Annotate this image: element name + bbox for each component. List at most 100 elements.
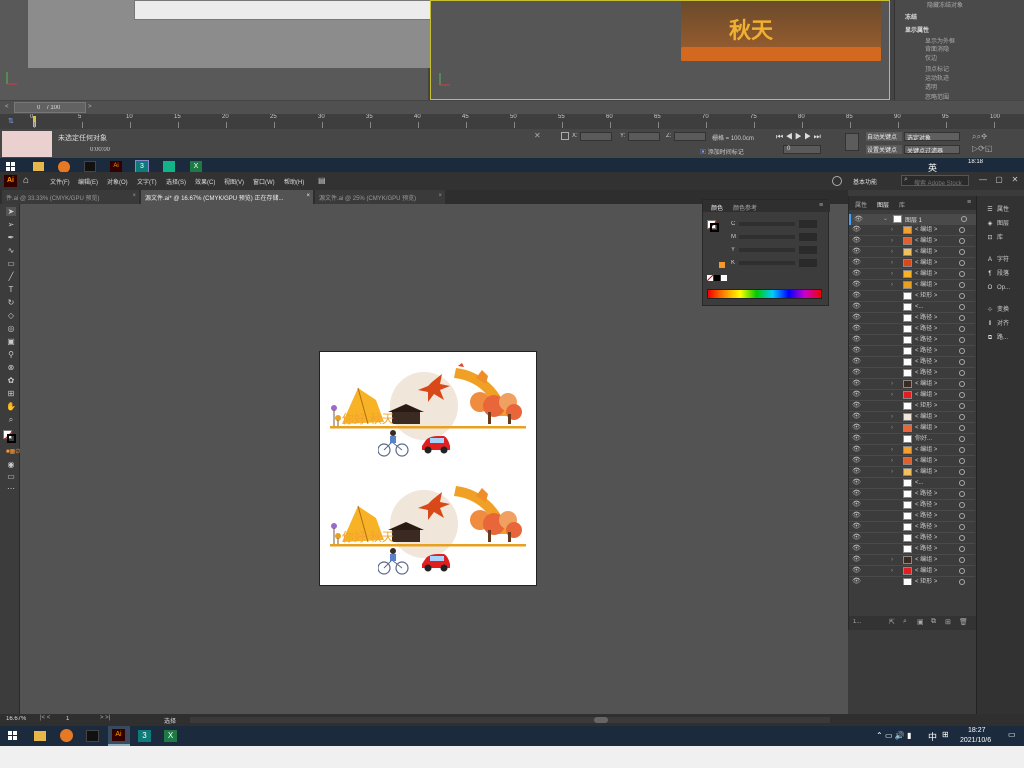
set-key-button[interactable]: 设置关键点 — [866, 145, 902, 154]
visibility-eye-icon[interactable]: 👁 — [852, 325, 861, 333]
visibility-eye-icon[interactable]: 👁 — [852, 292, 861, 300]
visibility-eye-icon[interactable]: 👁 — [852, 446, 861, 454]
target-icon[interactable] — [961, 216, 967, 222]
target-icon[interactable] — [959, 414, 965, 420]
dock-pathfinder[interactable]: ⧉ 路... — [985, 332, 1024, 344]
expand-arrow-icon[interactable]: › — [891, 556, 893, 564]
trackbar-key-icon[interactable]: ⇅ — [8, 117, 18, 126]
expand-arrow-icon[interactable]: › — [891, 237, 893, 245]
excel-icon[interactable]: X — [190, 161, 202, 172]
tab-close-icon[interactable]: × — [438, 193, 442, 199]
target-icon[interactable] — [959, 458, 965, 464]
zoom-tool-icon[interactable]: ⌕ — [6, 415, 16, 424]
visibility-eye-icon[interactable]: 👁 — [852, 534, 861, 542]
symbol-sprayer-tool-icon[interactable]: ✿ — [6, 376, 16, 385]
target-icon[interactable] — [959, 249, 965, 255]
maxscript-listener[interactable] — [2, 131, 52, 157]
menu-edit[interactable]: 编辑(E) — [78, 177, 98, 186]
target-icon[interactable] — [959, 502, 965, 508]
tab-color[interactable]: 颜色 — [711, 203, 723, 212]
horizontal-scrollbar[interactable] — [190, 717, 830, 723]
z-coordinate-field[interactable] — [674, 132, 706, 141]
delete-layer-icon[interactable]: 🗑 — [959, 618, 968, 626]
layer-row[interactable]: 👁 <... — [849, 302, 975, 313]
menu-effect[interactable]: 效果(C) — [195, 177, 215, 186]
expand-arrow-icon[interactable]: › — [891, 446, 893, 454]
target-icon[interactable] — [959, 403, 965, 409]
more-tools-icon[interactable]: ⋯ — [6, 484, 16, 493]
visibility-eye-icon[interactable]: 👁 — [852, 314, 861, 322]
visibility-eye-icon[interactable]: 👁 — [852, 391, 861, 399]
tab-document-2[interactable]: 源文件.ai* @ 16.67% (CMYK/GPU 预览) 正在存储... × — [141, 190, 313, 204]
layer-row[interactable]: 👁 › < 编组 > — [849, 258, 975, 269]
visibility-eye-icon[interactable]: 👁 — [852, 545, 861, 553]
visibility-eye-icon[interactable]: 👁 — [852, 226, 861, 234]
locate-object-icon[interactable]: ⌕ — [903, 618, 907, 626]
photos-icon[interactable] — [163, 161, 175, 172]
tab-document-1[interactable]: 件.ai @ 33.33% (CMYK/GPU 预览) × — [2, 190, 139, 204]
menu-help[interactable]: 帮助(H) — [284, 177, 304, 186]
pen-tool-icon[interactable]: ✒ — [6, 233, 16, 242]
layer-row[interactable]: 👁 › < 编组 > — [849, 280, 975, 291]
menu-select[interactable]: 选择(S) — [166, 177, 186, 186]
expand-arrow-icon[interactable]: › — [891, 457, 893, 465]
next-artboard-icon[interactable]: > >| — [100, 715, 110, 721]
time-slider[interactable]: < 0 / 100 > — [0, 101, 1024, 114]
tab-close-icon[interactable]: × — [306, 193, 310, 199]
line-tool-icon[interactable]: ╱ — [6, 272, 16, 281]
target-icon[interactable] — [959, 524, 965, 530]
visibility-eye-icon[interactable]: 👁 — [852, 501, 861, 509]
play-icon[interactable]: ▶ — [795, 132, 802, 141]
layer-row[interactable]: 👁 › < 编组 > — [849, 445, 975, 456]
layer-row[interactable]: 👁 › < 编组 > — [849, 225, 975, 236]
layer-row[interactable]: 👁 › < 编组 > — [849, 269, 975, 280]
orbit-icon[interactable]: ⟳ — [978, 144, 985, 153]
network-icon[interactable]: ▭ — [885, 731, 893, 740]
menu-object[interactable]: 对象(O) — [107, 177, 128, 186]
visibility-eye-icon[interactable]: 👁 — [852, 468, 861, 476]
notifications-icon[interactable]: ▭ — [1008, 730, 1018, 742]
key-filter-button[interactable]: 关键点过滤器 — [904, 145, 960, 154]
visibility-eye-icon[interactable]: 👁 — [852, 369, 861, 377]
new-sublayer-icon[interactable]: ⧉ — [931, 618, 936, 626]
color-fill-stroke[interactable] — [707, 218, 719, 232]
start-icon[interactable] — [6, 162, 16, 172]
tab-libraries[interactable]: 库 — [899, 200, 905, 209]
channel-m-field[interactable] — [799, 233, 817, 241]
target-icon[interactable] — [959, 436, 965, 442]
layer-row[interactable]: 👁 < 矩形 > — [849, 577, 975, 585]
layer-row[interactable]: 👁 < 路径 > — [849, 544, 975, 555]
channel-m-slider[interactable] — [739, 235, 795, 239]
eyedropper-tool-icon[interactable]: ⚲ — [6, 350, 16, 359]
channel-y-field[interactable] — [799, 246, 817, 254]
pan-icon[interactable]: ✥ — [981, 132, 987, 141]
target-icon[interactable] — [959, 359, 965, 365]
visibility-eye-icon[interactable]: 👁 — [852, 413, 861, 421]
dock-align[interactable]: ⫴ 对齐 — [985, 318, 1024, 330]
prev-artboard-icon[interactable]: |< < — [40, 715, 50, 721]
panel-item[interactable]: 背面消隐 — [925, 44, 949, 53]
stock-search-input[interactable]: ⌕ 搜索 Adobe Stock — [901, 175, 969, 187]
panel-item[interactable]: 透明 — [925, 82, 937, 91]
expand-arrow-icon[interactable]: › — [891, 248, 893, 256]
visibility-eye-icon[interactable]: 👁 — [852, 567, 861, 575]
layer-row[interactable]: 👁 < 路径 > — [849, 324, 975, 335]
visibility-eye-icon[interactable]: 👁 — [852, 479, 861, 487]
layer-row[interactable]: 👁 › < 编组 > — [849, 247, 975, 258]
tab-properties[interactable]: 属性 — [855, 200, 867, 209]
rectangle-tool-icon[interactable]: ▭ — [6, 259, 16, 268]
channel-k-field[interactable] — [799, 259, 817, 267]
transform-mode-icon[interactable] — [561, 132, 569, 140]
expand-arrow-icon[interactable]: › — [891, 259, 893, 267]
menu-window[interactable]: 窗口(W) — [253, 177, 275, 186]
maximize-button[interactable]: ▢ — [994, 175, 1004, 185]
browser-icon[interactable] — [60, 729, 73, 742]
target-icon[interactable] — [959, 238, 965, 244]
target-icon[interactable] — [959, 260, 965, 266]
time-slider-prev-button[interactable]: < — [5, 104, 11, 111]
eraser-tool-icon[interactable]: ◇ — [6, 311, 16, 320]
panel-item[interactable]: 仅边 — [925, 53, 937, 62]
target-icon[interactable] — [959, 315, 965, 321]
expand-arrow-icon[interactable]: › — [891, 281, 893, 289]
menu-file[interactable]: 文件(F) — [50, 177, 70, 186]
